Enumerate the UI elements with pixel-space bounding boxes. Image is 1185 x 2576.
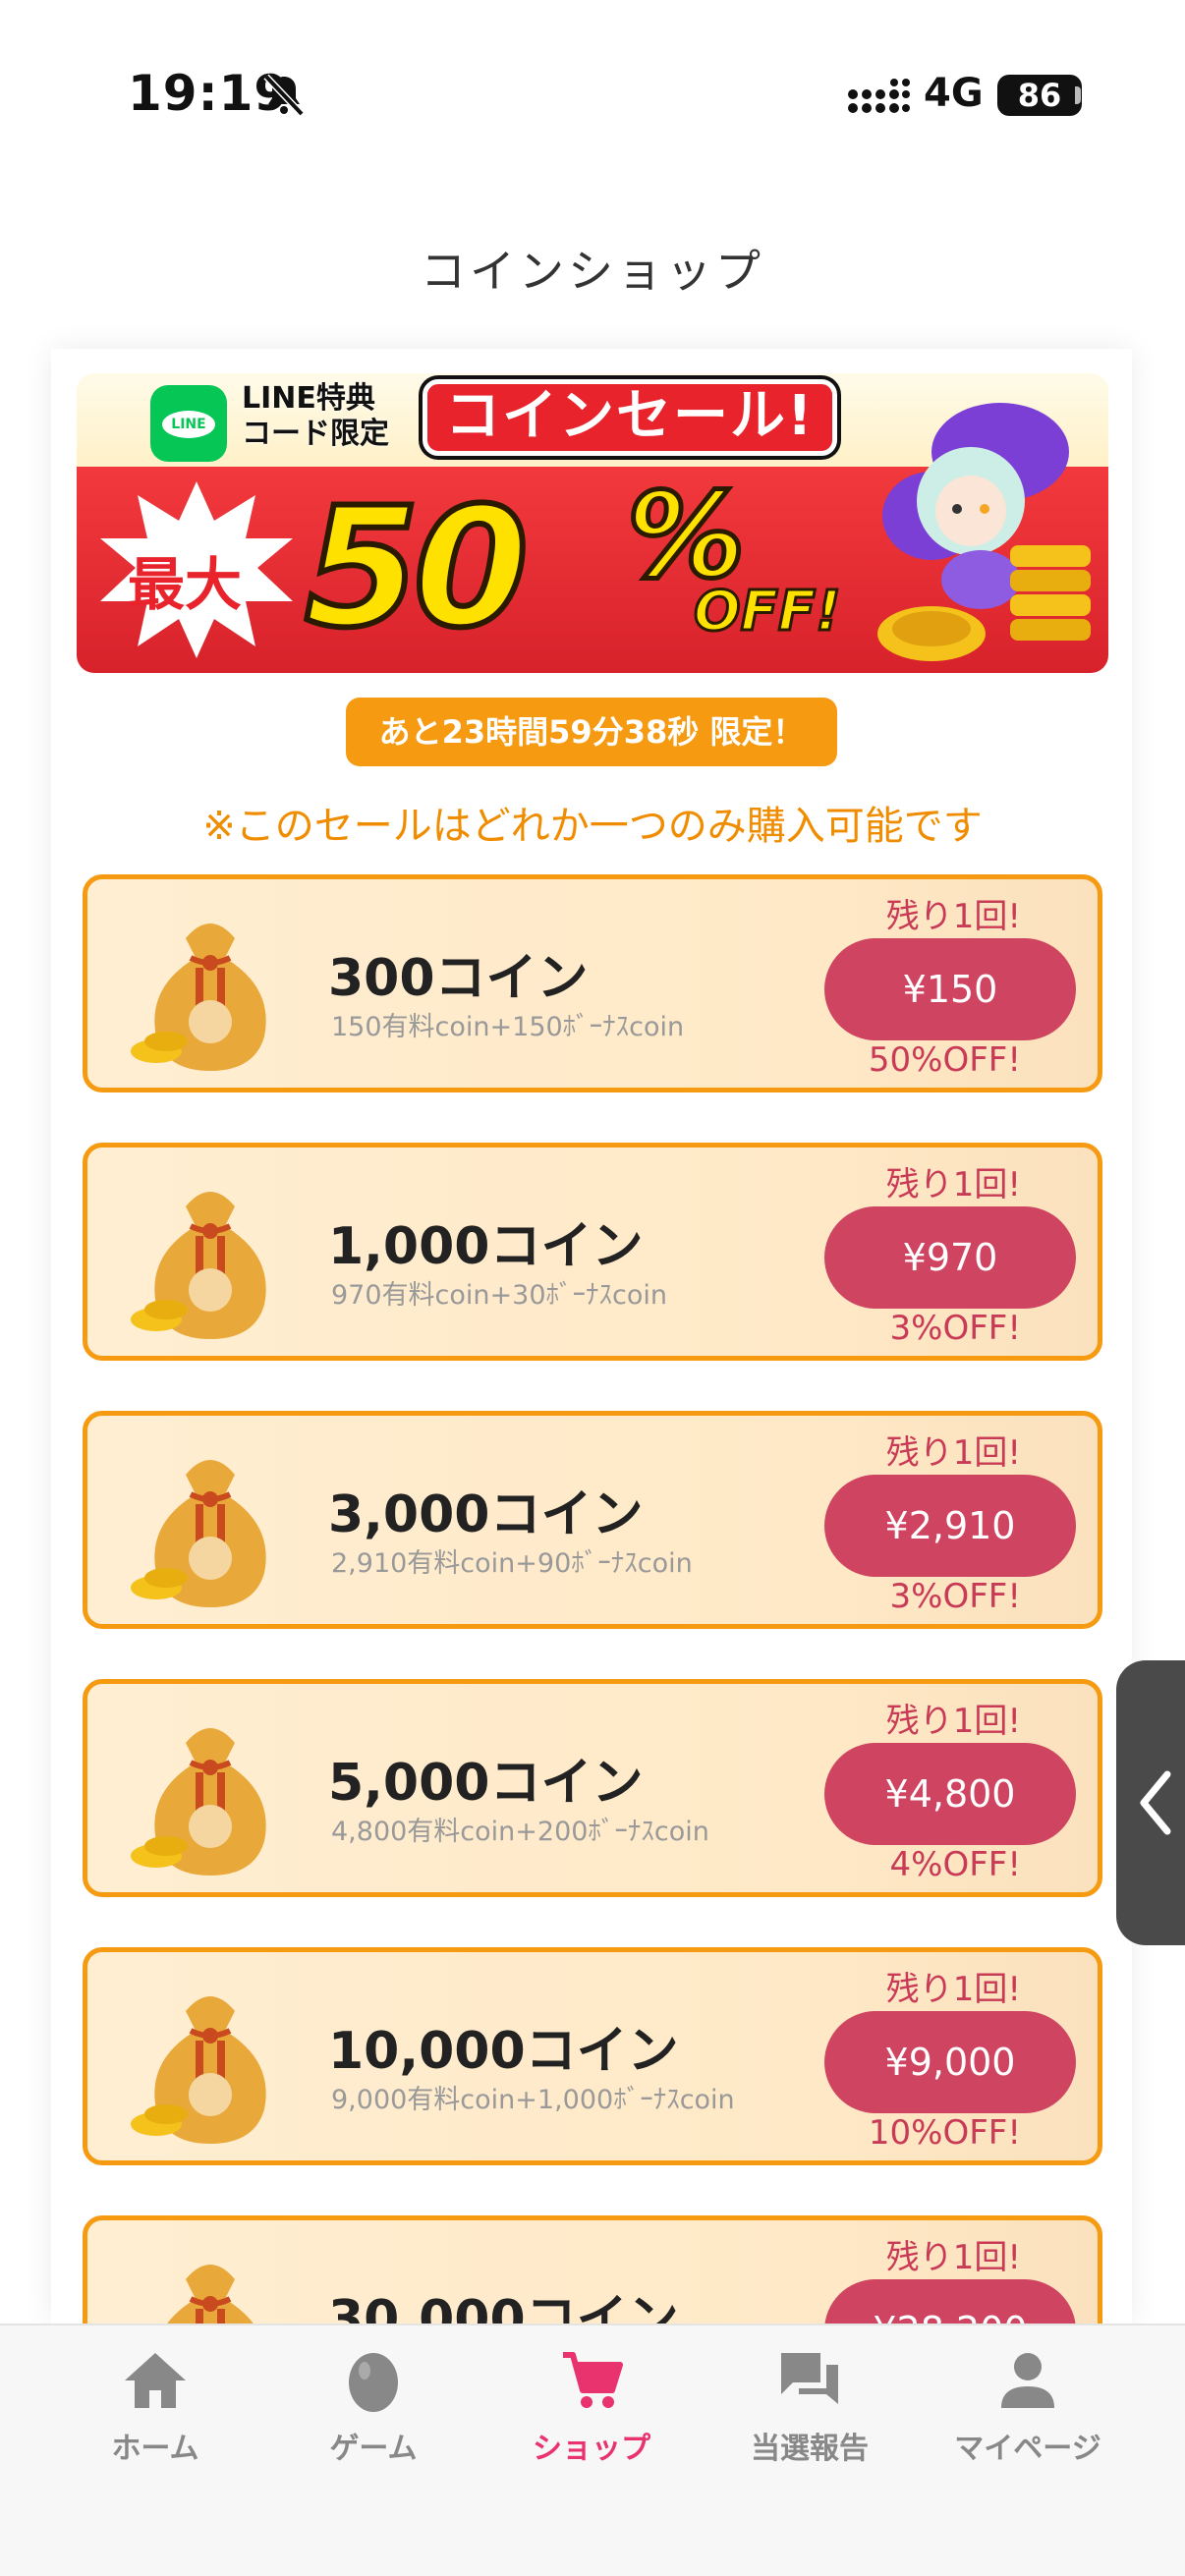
product-row[interactable]: 3,000コイン 2,910有料coin+90ﾎﾞｰﾅｽcoin 残り1回! ¥…	[83, 1411, 1102, 1629]
discount-label: 50%OFF!	[868, 1040, 1021, 1080]
product-name: 3,000コイン	[328, 1485, 644, 1544]
product-row[interactable]: 10,000コイン 9,000有料coin+1,000ﾎﾞｰﾅｽcoin 残り1…	[83, 1947, 1102, 2165]
nav-shop[interactable]: ショップ	[483, 2345, 700, 2467]
line-logo: LINE	[150, 385, 227, 462]
egg-icon	[349, 2353, 398, 2412]
product-row[interactable]: 1,000コイン 970有料coin+30ﾎﾞｰﾅｽcoin 残り1回! ¥97…	[83, 1143, 1102, 1361]
banner-line-label-2: コード限定	[242, 417, 389, 451]
remaining-label: 残り1回!	[885, 2238, 1021, 2277]
line-logo-text: LINE	[162, 411, 215, 438]
discount-label: 4%OFF!	[889, 1845, 1021, 1884]
banner-line-label: LINE特典 コード限定	[242, 381, 389, 452]
product-name: 300コイン	[328, 949, 589, 1008]
nav-home[interactable]: ホーム	[47, 2345, 263, 2467]
coin-bag-icon	[131, 1996, 266, 2144]
chat-icon	[781, 2353, 838, 2404]
product-row[interactable]: 300コイン 150有料coin+150ﾎﾞｰﾅｽcoin 残り1回! ¥150…	[83, 874, 1102, 1092]
cart-icon	[563, 2352, 623, 2408]
banner-line-label-1: LINE特典	[242, 381, 375, 416]
nav-game[interactable]: ゲーム	[265, 2345, 481, 2467]
bottom-nav: ホーム ゲーム ショップ 当選報告 マイページ	[0, 2324, 1185, 2576]
discount-label: 3%OFF!	[889, 1309, 1021, 1348]
person-icon	[1001, 2353, 1054, 2408]
battery-icon: 86	[997, 75, 1082, 116]
banner-off-label: OFF!	[693, 579, 843, 645]
burst-label: 最大	[128, 551, 243, 618]
remaining-label: 残り1回!	[885, 897, 1021, 936]
nav-label: 当選報告	[751, 2432, 869, 2466]
nav-mypage[interactable]: マイページ	[920, 2345, 1136, 2467]
product-detail: 9,000有料coin+1,000ﾎﾞｰﾅｽcoin	[331, 2085, 735, 2115]
product-row[interactable]: 5,000コイン 4,800有料coin+200ﾎﾞｰﾅｽcoin 残り1回! …	[83, 1679, 1102, 1897]
battery-tip	[1075, 86, 1081, 104]
side-drawer-handle[interactable]	[1116, 1660, 1185, 1945]
price-button[interactable]: ¥9,000	[824, 2011, 1076, 2113]
mascot-illustration	[877, 403, 1091, 661]
coin-bag-icon	[131, 1460, 266, 1607]
home-icon	[125, 2353, 186, 2408]
product-name: 5,000コイン	[328, 1754, 644, 1813]
nav-label: マイページ	[954, 2432, 1101, 2466]
product-name: 1,000コイン	[328, 1217, 644, 1276]
sale-note: ※このセールはどれか一つのみ購入可能です	[202, 804, 983, 849]
discount-label: 10%OFF!	[868, 2113, 1021, 2153]
remaining-label: 残り1回!	[885, 1970, 1021, 2009]
status-bar: 19:19 4G 86	[0, 0, 1185, 196]
price-button[interactable]: ¥2,910	[824, 1475, 1076, 1577]
page-title: コインショップ	[421, 245, 764, 298]
remaining-label: 残り1回!	[885, 1433, 1021, 1473]
nav-label: ゲーム	[329, 2432, 418, 2466]
product-detail: 2,910有料coin+90ﾎﾞｰﾅｽcoin	[331, 1548, 693, 1579]
nav-winner-report[interactable]: 当選報告	[702, 2345, 918, 2467]
bell-muted-icon	[263, 74, 305, 117]
price-button[interactable]: ¥970	[824, 1206, 1076, 1309]
remaining-label: 残り1回!	[885, 1702, 1021, 1741]
banner-sale-label: コインセール!	[423, 379, 837, 456]
banner-big-number: 50	[302, 472, 532, 664]
price-button[interactable]: ¥4,800	[824, 1743, 1076, 1845]
network-label: 4G	[924, 71, 984, 116]
sale-banner[interactable]: LINE LINE特典 コード限定 コインセール! 最大 50 % OFF!	[77, 373, 1108, 673]
coin-bag-icon	[131, 1192, 266, 1339]
product-detail: 4,800有料coin+200ﾎﾞｰﾅｽcoin	[331, 1817, 709, 1847]
nav-label: ホーム	[111, 2432, 199, 2466]
chevron-left-icon	[1140, 1770, 1171, 1835]
countdown-badge: あと23時間59分38秒 限定！	[346, 698, 837, 766]
discount-label: 3%OFF!	[889, 1577, 1021, 1616]
product-detail: 970有料coin+30ﾎﾞｰﾅｽcoin	[331, 1280, 667, 1311]
coin-bag-icon	[131, 1728, 266, 1876]
remaining-label: 残り1回!	[885, 1165, 1021, 1204]
coin-bag-icon	[131, 924, 266, 1071]
price-button[interactable]: ¥150	[824, 938, 1076, 1040]
product-name: 10,000コイン	[328, 2022, 679, 2081]
signal-icon	[848, 79, 910, 113]
product-detail: 150有料coin+150ﾎﾞｰﾅｽcoin	[331, 1012, 685, 1042]
nav-label: ショップ	[533, 2432, 650, 2466]
